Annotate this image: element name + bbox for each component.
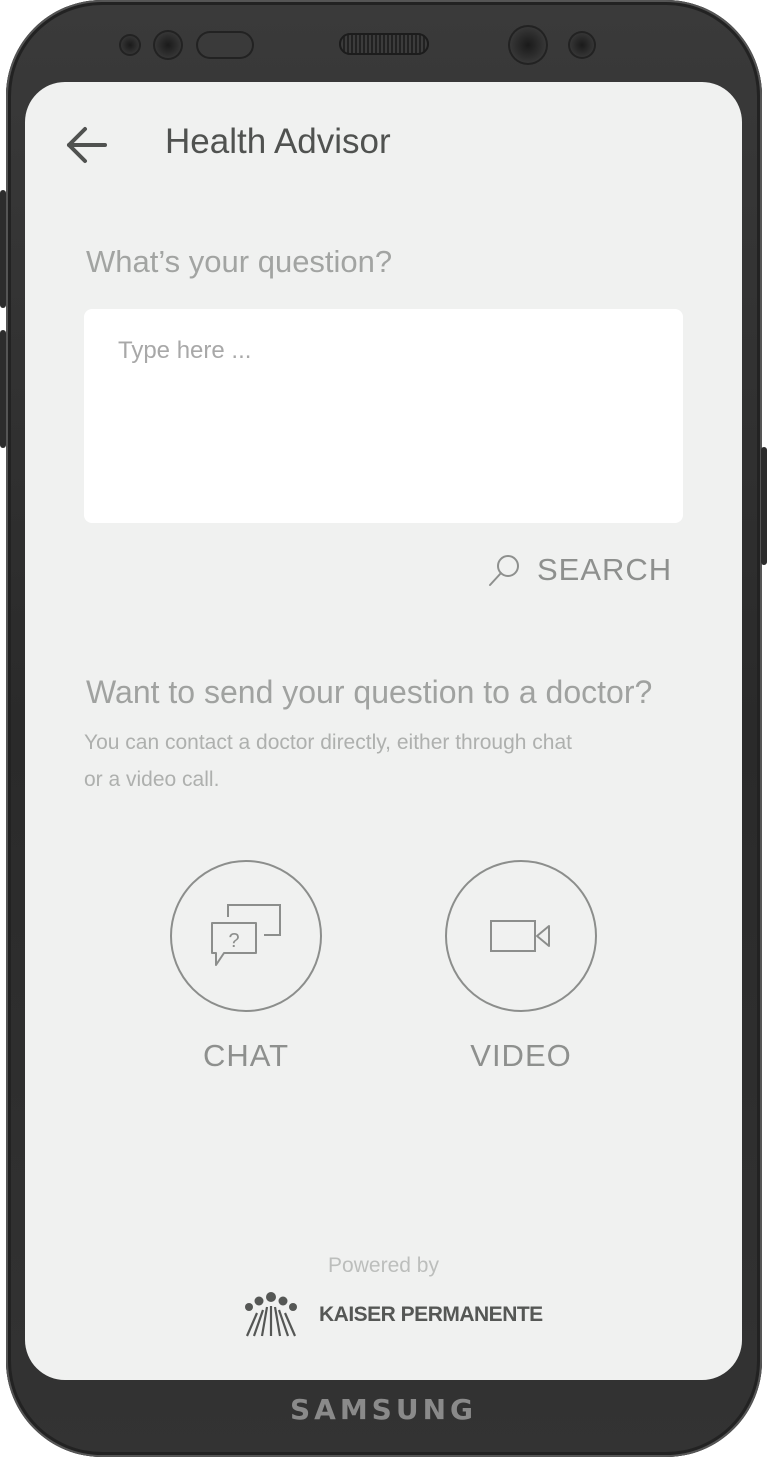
doctor-description: You can contact a doctor directly, eithe… (84, 724, 604, 798)
svg-text:?: ? (228, 930, 239, 952)
chat-question-icon: ? (211, 904, 281, 966)
sensor-icon (119, 34, 141, 56)
front-camera-icon (508, 25, 548, 65)
search-label: SEARCH (537, 552, 673, 587)
video-label: VIDEO (470, 1038, 572, 1073)
kaiser-permanente-logo (245, 1292, 297, 1337)
arrow-left-icon (67, 127, 107, 163)
sensor-icon (153, 30, 183, 60)
doctor-description-line: You can contact a doctor directly, eithe… (84, 731, 572, 754)
doctor-heading: Want to send your question to a doctor? (86, 674, 653, 710)
earpiece-speaker (339, 33, 429, 55)
chat-button[interactable]: ? CHAT (170, 860, 322, 1074)
video-button[interactable]: VIDEO (445, 860, 597, 1074)
search-button[interactable]: SEARCH (487, 548, 672, 592)
iris-scanner-icon (196, 31, 254, 59)
app-screen: Health Advisor What’s your question? SEA… (25, 82, 742, 1380)
sensor-icon (568, 31, 596, 59)
volume-down-button (0, 330, 6, 448)
partner-name: KAISER PERMANENTE (319, 1303, 543, 1326)
device-brand-label: SAMSUNG (289, 1393, 478, 1426)
search-icon (489, 555, 519, 586)
chat-label: CHAT (202, 1038, 290, 1073)
chat-circle: ? (170, 860, 322, 1012)
question-label: What’s your question? (86, 244, 393, 279)
volume-up-button (0, 190, 6, 308)
question-input[interactable] (84, 309, 683, 523)
page-title: Health Advisor (165, 122, 391, 161)
back-button[interactable] (63, 122, 109, 168)
video-circle (445, 860, 597, 1012)
powered-by-label: Powered by (328, 1254, 439, 1277)
video-camera-icon (490, 920, 550, 952)
partner-branding: KAISER PERMANENTE (245, 1292, 543, 1338)
doctor-description-line: or a video call. (84, 768, 220, 791)
power-button (761, 447, 767, 565)
